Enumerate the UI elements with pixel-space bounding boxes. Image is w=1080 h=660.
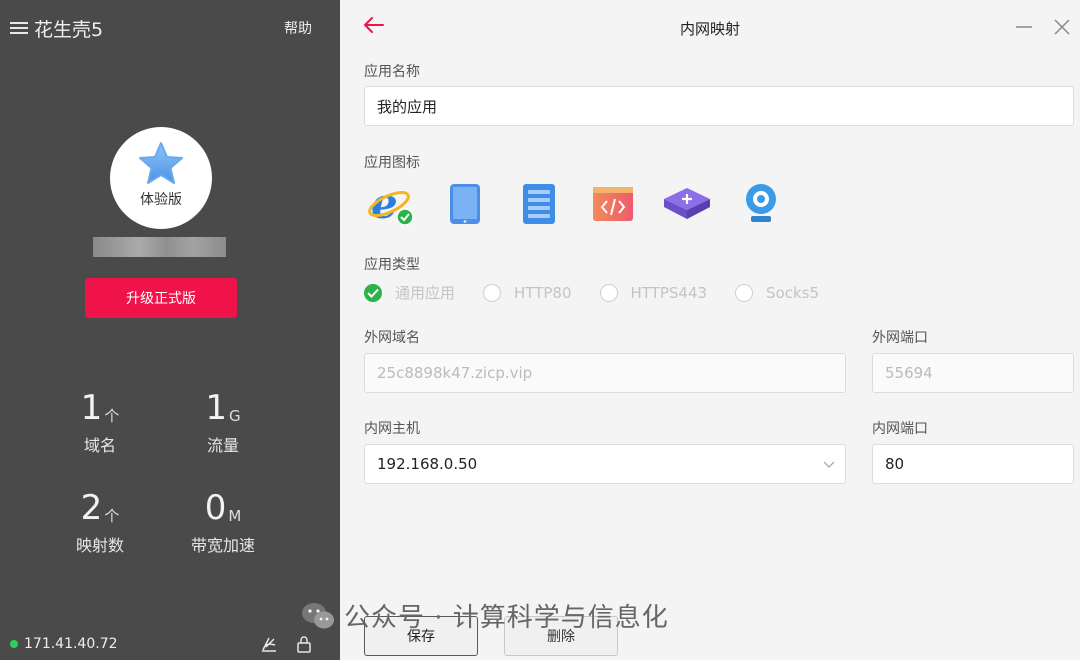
- minimize-icon[interactable]: [1014, 17, 1034, 37]
- radio-circle: [599, 283, 618, 302]
- app-icon-picker: e: [366, 180, 810, 228]
- chevron-down-icon: [823, 461, 835, 468]
- stat-value: 2: [80, 488, 103, 528]
- upgrade-button[interactable]: 升级正式版: [85, 278, 237, 318]
- panel-title: 内网映射: [679, 20, 740, 38]
- ip-address: 171.41.40.72: [24, 636, 118, 652]
- stat-label: 流量: [206, 436, 239, 455]
- wechat-icon: [302, 602, 334, 628]
- help-link[interactable]: 帮助: [284, 18, 312, 38]
- stat-value: 0: [204, 488, 227, 528]
- satellite-dish-icon[interactable]: [260, 635, 278, 653]
- server-icon[interactable]: [514, 180, 564, 228]
- app-title: 花生壳5: [34, 18, 104, 41]
- radio-label: HTTPS443: [630, 283, 708, 302]
- code-window-icon[interactable]: [588, 180, 638, 228]
- radio-label: Socks5: [766, 283, 820, 302]
- internal-port-label: 内网端口: [872, 421, 928, 437]
- app-type-radio-group: 通用应用 HTTP80 HTTPS443 Socks5: [364, 282, 847, 303]
- ip-status: 171.41.40.72: [10, 636, 118, 652]
- check-icon: [364, 283, 382, 302]
- radio-socks5[interactable]: Socks5: [735, 283, 820, 302]
- status-bar: 171.41.40.72: [0, 628, 340, 660]
- sidebar-header: 花生壳5 帮助: [10, 14, 312, 42]
- stat-unit: M: [228, 507, 242, 525]
- radio-https443[interactable]: HTTPS443: [599, 283, 708, 302]
- radio-label: HTTP80: [514, 283, 572, 302]
- external-domain-field: 25c8898k47.zicp.vip: [364, 353, 846, 393]
- port-mapping-panel: 内网映射 应用名称 我的应用 应用图标 e 应用类型 通用应用 HTTP80 H…: [340, 0, 1080, 660]
- watermark-text: 公众号 · 计算科学与信息化: [344, 603, 669, 633]
- stat-value: 1: [80, 388, 103, 428]
- watermark: 公众号 · 计算科学与信息化: [300, 597, 669, 634]
- stat-unit: G: [229, 407, 241, 425]
- internal-host-value: 192.168.0.50: [377, 455, 478, 473]
- stat-bandwidth[interactable]: 0M 带宽加速: [178, 490, 268, 556]
- stat-traffic[interactable]: 1G 流量: [178, 390, 268, 456]
- radio-general-app[interactable]: 通用应用: [364, 282, 455, 303]
- panel-header: 内网映射: [340, 10, 1080, 46]
- stat-domains[interactable]: 1个 域名: [55, 390, 145, 456]
- internal-port-input[interactable]: 80: [872, 444, 1074, 484]
- internal-host-select[interactable]: 192.168.0.50: [364, 444, 846, 484]
- app-title-wrap: 花生壳5: [10, 15, 103, 42]
- username-redacted: [93, 237, 226, 257]
- app-icon-label: 应用图标: [364, 155, 420, 171]
- stat-label: 域名: [83, 436, 116, 455]
- close-icon[interactable]: [1052, 17, 1072, 37]
- app-name-input[interactable]: 我的应用: [364, 86, 1074, 126]
- radio-circle: [735, 283, 754, 302]
- external-domain-label: 外网域名: [364, 330, 420, 346]
- lock-icon[interactable]: [296, 635, 312, 653]
- stat-label: 映射数: [75, 536, 124, 555]
- external-port-label: 外网端口: [872, 330, 928, 346]
- router-icon[interactable]: [662, 180, 712, 228]
- stat-value: 1: [205, 388, 227, 428]
- webcam-icon[interactable]: [736, 180, 786, 228]
- external-port-field: 55694: [872, 353, 1074, 393]
- status-icons: [260, 635, 312, 653]
- stat-unit: 个: [104, 407, 120, 425]
- radio-circle: [483, 283, 502, 302]
- ie-browser-icon[interactable]: e: [366, 180, 416, 228]
- radio-label: 通用应用: [395, 284, 456, 302]
- online-indicator: [10, 640, 18, 648]
- radio-http80[interactable]: HTTP80: [483, 283, 572, 302]
- edition-label: 体验版: [140, 192, 182, 208]
- stat-mappings[interactable]: 2个 映射数: [55, 490, 145, 556]
- tablet-icon[interactable]: [440, 180, 490, 228]
- internal-host-label: 内网主机: [364, 421, 420, 437]
- stat-unit: 个: [104, 507, 120, 525]
- avatar[interactable]: 体验版: [110, 127, 212, 229]
- sidebar: 花生壳5 帮助 体验版 升级正式版 1个 域名 1G 流量 2个 映射数 0M …: [0, 0, 340, 660]
- stat-label: 带宽加速: [190, 536, 255, 555]
- menu-icon[interactable]: [10, 21, 28, 35]
- app-name-label: 应用名称: [364, 64, 420, 80]
- star-icon: [139, 142, 183, 184]
- app-type-label: 应用类型: [364, 257, 420, 273]
